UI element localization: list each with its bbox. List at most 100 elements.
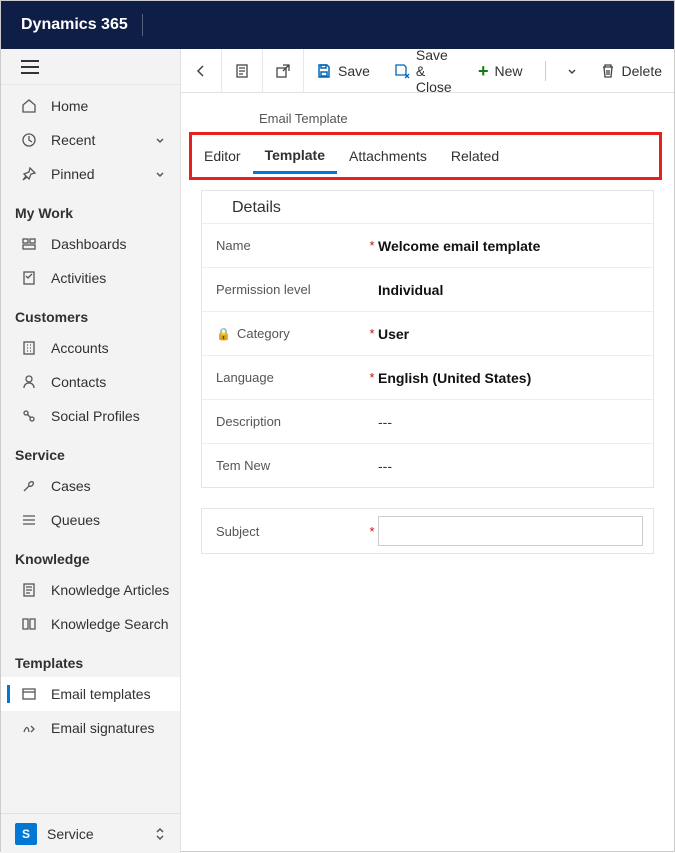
field-row-description[interactable]: Description --- xyxy=(202,399,653,443)
field-row-language[interactable]: Language * English (United States) xyxy=(202,355,653,399)
new-label: New xyxy=(495,63,523,79)
sidebar-section-customers: Customers xyxy=(1,295,180,331)
required-mark: * xyxy=(366,238,378,253)
sidebar-item-label: Dashboards xyxy=(51,236,127,252)
new-button[interactable]: + New xyxy=(466,49,535,93)
save-label: Save xyxy=(338,63,370,79)
sidebar-item-label: Recent xyxy=(51,132,95,148)
tab-editor[interactable]: Editor xyxy=(192,140,253,172)
tab-attachments[interactable]: Attachments xyxy=(337,140,439,172)
field-row-name[interactable]: Name * Welcome email template xyxy=(202,223,653,267)
tab-template[interactable]: Template xyxy=(253,139,337,174)
area-label: Service xyxy=(47,826,94,842)
updown-icon xyxy=(154,826,166,842)
sidebar-section-mywork: My Work xyxy=(1,191,180,227)
sidebar-section-service: Service xyxy=(1,433,180,469)
required-mark: * xyxy=(366,370,378,385)
command-bar: Save Save & Close + New Delete xyxy=(181,49,674,93)
sidebar-item-label: Social Profiles xyxy=(51,408,140,424)
details-section: Details Name * Welcome email template Pe… xyxy=(201,190,654,488)
field-value: --- xyxy=(378,414,643,430)
sidebar-item-label: Queues xyxy=(51,512,100,528)
sidebar-item-social[interactable]: Social Profiles xyxy=(1,399,180,433)
top-bar: Dynamics 365 xyxy=(1,1,674,49)
field-row-permission[interactable]: Permission level Individual xyxy=(202,267,653,311)
subject-input[interactable] xyxy=(378,516,643,546)
field-row-temnew[interactable]: Tem New --- xyxy=(202,443,653,487)
dashboard-icon xyxy=(21,236,37,252)
topbar-divider xyxy=(142,14,143,36)
sidebar-item-contacts[interactable]: Contacts xyxy=(1,365,180,399)
sidebar-item-email-signatures[interactable]: Email signatures xyxy=(1,711,180,745)
clock-icon xyxy=(21,132,37,148)
popout-icon xyxy=(275,63,291,79)
plus-icon: + xyxy=(478,62,489,80)
wrench-icon xyxy=(21,478,37,494)
main-area: Save Save & Close + New Delete Email Tem… xyxy=(181,49,674,853)
new-split-divider xyxy=(535,49,556,93)
save-close-button[interactable]: Save & Close xyxy=(382,49,466,93)
sidebar-item-label: Accounts xyxy=(51,340,109,356)
delete-button[interactable]: Delete xyxy=(588,49,674,93)
sidebar-item-knowledge-search[interactable]: Knowledge Search xyxy=(1,607,180,641)
sidebar-item-label: Email templates xyxy=(51,686,151,702)
field-value: Individual xyxy=(378,282,643,298)
sidebar-item-home[interactable]: Home xyxy=(1,89,180,123)
area-switcher[interactable]: S Service xyxy=(1,813,180,853)
field-label: Tem New xyxy=(216,458,270,473)
chevron-down-icon xyxy=(564,63,580,79)
hamburger-icon[interactable] xyxy=(21,60,39,74)
sidebar-item-label: Email signatures xyxy=(51,720,155,736)
sidebar-item-recent[interactable]: Recent xyxy=(1,123,180,157)
app-title: Dynamics 365 xyxy=(21,16,128,34)
trash-icon xyxy=(600,63,616,79)
required-mark: * xyxy=(366,326,378,341)
back-button[interactable] xyxy=(181,49,222,93)
field-label: Permission level xyxy=(216,282,311,297)
field-label: Category xyxy=(237,326,290,341)
queue-icon xyxy=(21,512,37,528)
field-row-category[interactable]: 🔒Category * User xyxy=(202,311,653,355)
popout-button[interactable] xyxy=(263,49,304,93)
field-row-subject: Subject * xyxy=(202,509,653,553)
delete-label: Delete xyxy=(622,63,662,79)
page-button[interactable] xyxy=(222,49,263,93)
section-title: Details xyxy=(202,191,653,223)
sidebar-item-label: Cases xyxy=(51,478,91,494)
sidebar-item-activities[interactable]: Activities xyxy=(1,261,180,295)
sidebar-item-pinned[interactable]: Pinned xyxy=(1,157,180,191)
hamburger-row xyxy=(1,49,180,85)
sidebar-item-label: Activities xyxy=(51,270,106,286)
sidebar-item-accounts[interactable]: Accounts xyxy=(1,331,180,365)
person-icon xyxy=(21,374,37,390)
page-icon xyxy=(234,63,250,79)
entity-label: Email Template xyxy=(181,111,674,126)
sidebar-section-knowledge: Knowledge xyxy=(1,537,180,573)
sidebar-item-dashboards[interactable]: Dashboards xyxy=(1,227,180,261)
sidebar-item-knowledge-articles[interactable]: Knowledge Articles xyxy=(1,573,180,607)
sidebar-item-queues[interactable]: Queues xyxy=(1,503,180,537)
sidebar-item-label: Contacts xyxy=(51,374,106,390)
pin-icon xyxy=(21,166,37,182)
sidebar-item-cases[interactable]: Cases xyxy=(1,469,180,503)
book-icon xyxy=(21,616,37,632)
chevron-down-icon xyxy=(154,168,166,180)
lock-icon: 🔒 xyxy=(216,327,231,341)
required-mark: * xyxy=(366,524,378,539)
field-label: Language xyxy=(216,370,274,385)
field-label: Description xyxy=(216,414,281,429)
sidebar-section-templates: Templates xyxy=(1,641,180,677)
field-value: English (United States) xyxy=(378,370,643,386)
save-button[interactable]: Save xyxy=(304,49,382,93)
sidebar-item-label: Knowledge Search xyxy=(51,616,169,632)
tab-related[interactable]: Related xyxy=(439,140,511,172)
social-icon xyxy=(21,408,37,424)
field-label: Subject xyxy=(216,524,259,539)
area-initial: S xyxy=(15,823,37,845)
new-chevron-button[interactable] xyxy=(556,49,588,93)
article-icon xyxy=(21,582,37,598)
back-icon xyxy=(193,63,209,79)
home-icon xyxy=(21,98,37,114)
clipboard-icon xyxy=(21,270,37,286)
sidebar-item-email-templates[interactable]: Email templates xyxy=(1,677,180,711)
